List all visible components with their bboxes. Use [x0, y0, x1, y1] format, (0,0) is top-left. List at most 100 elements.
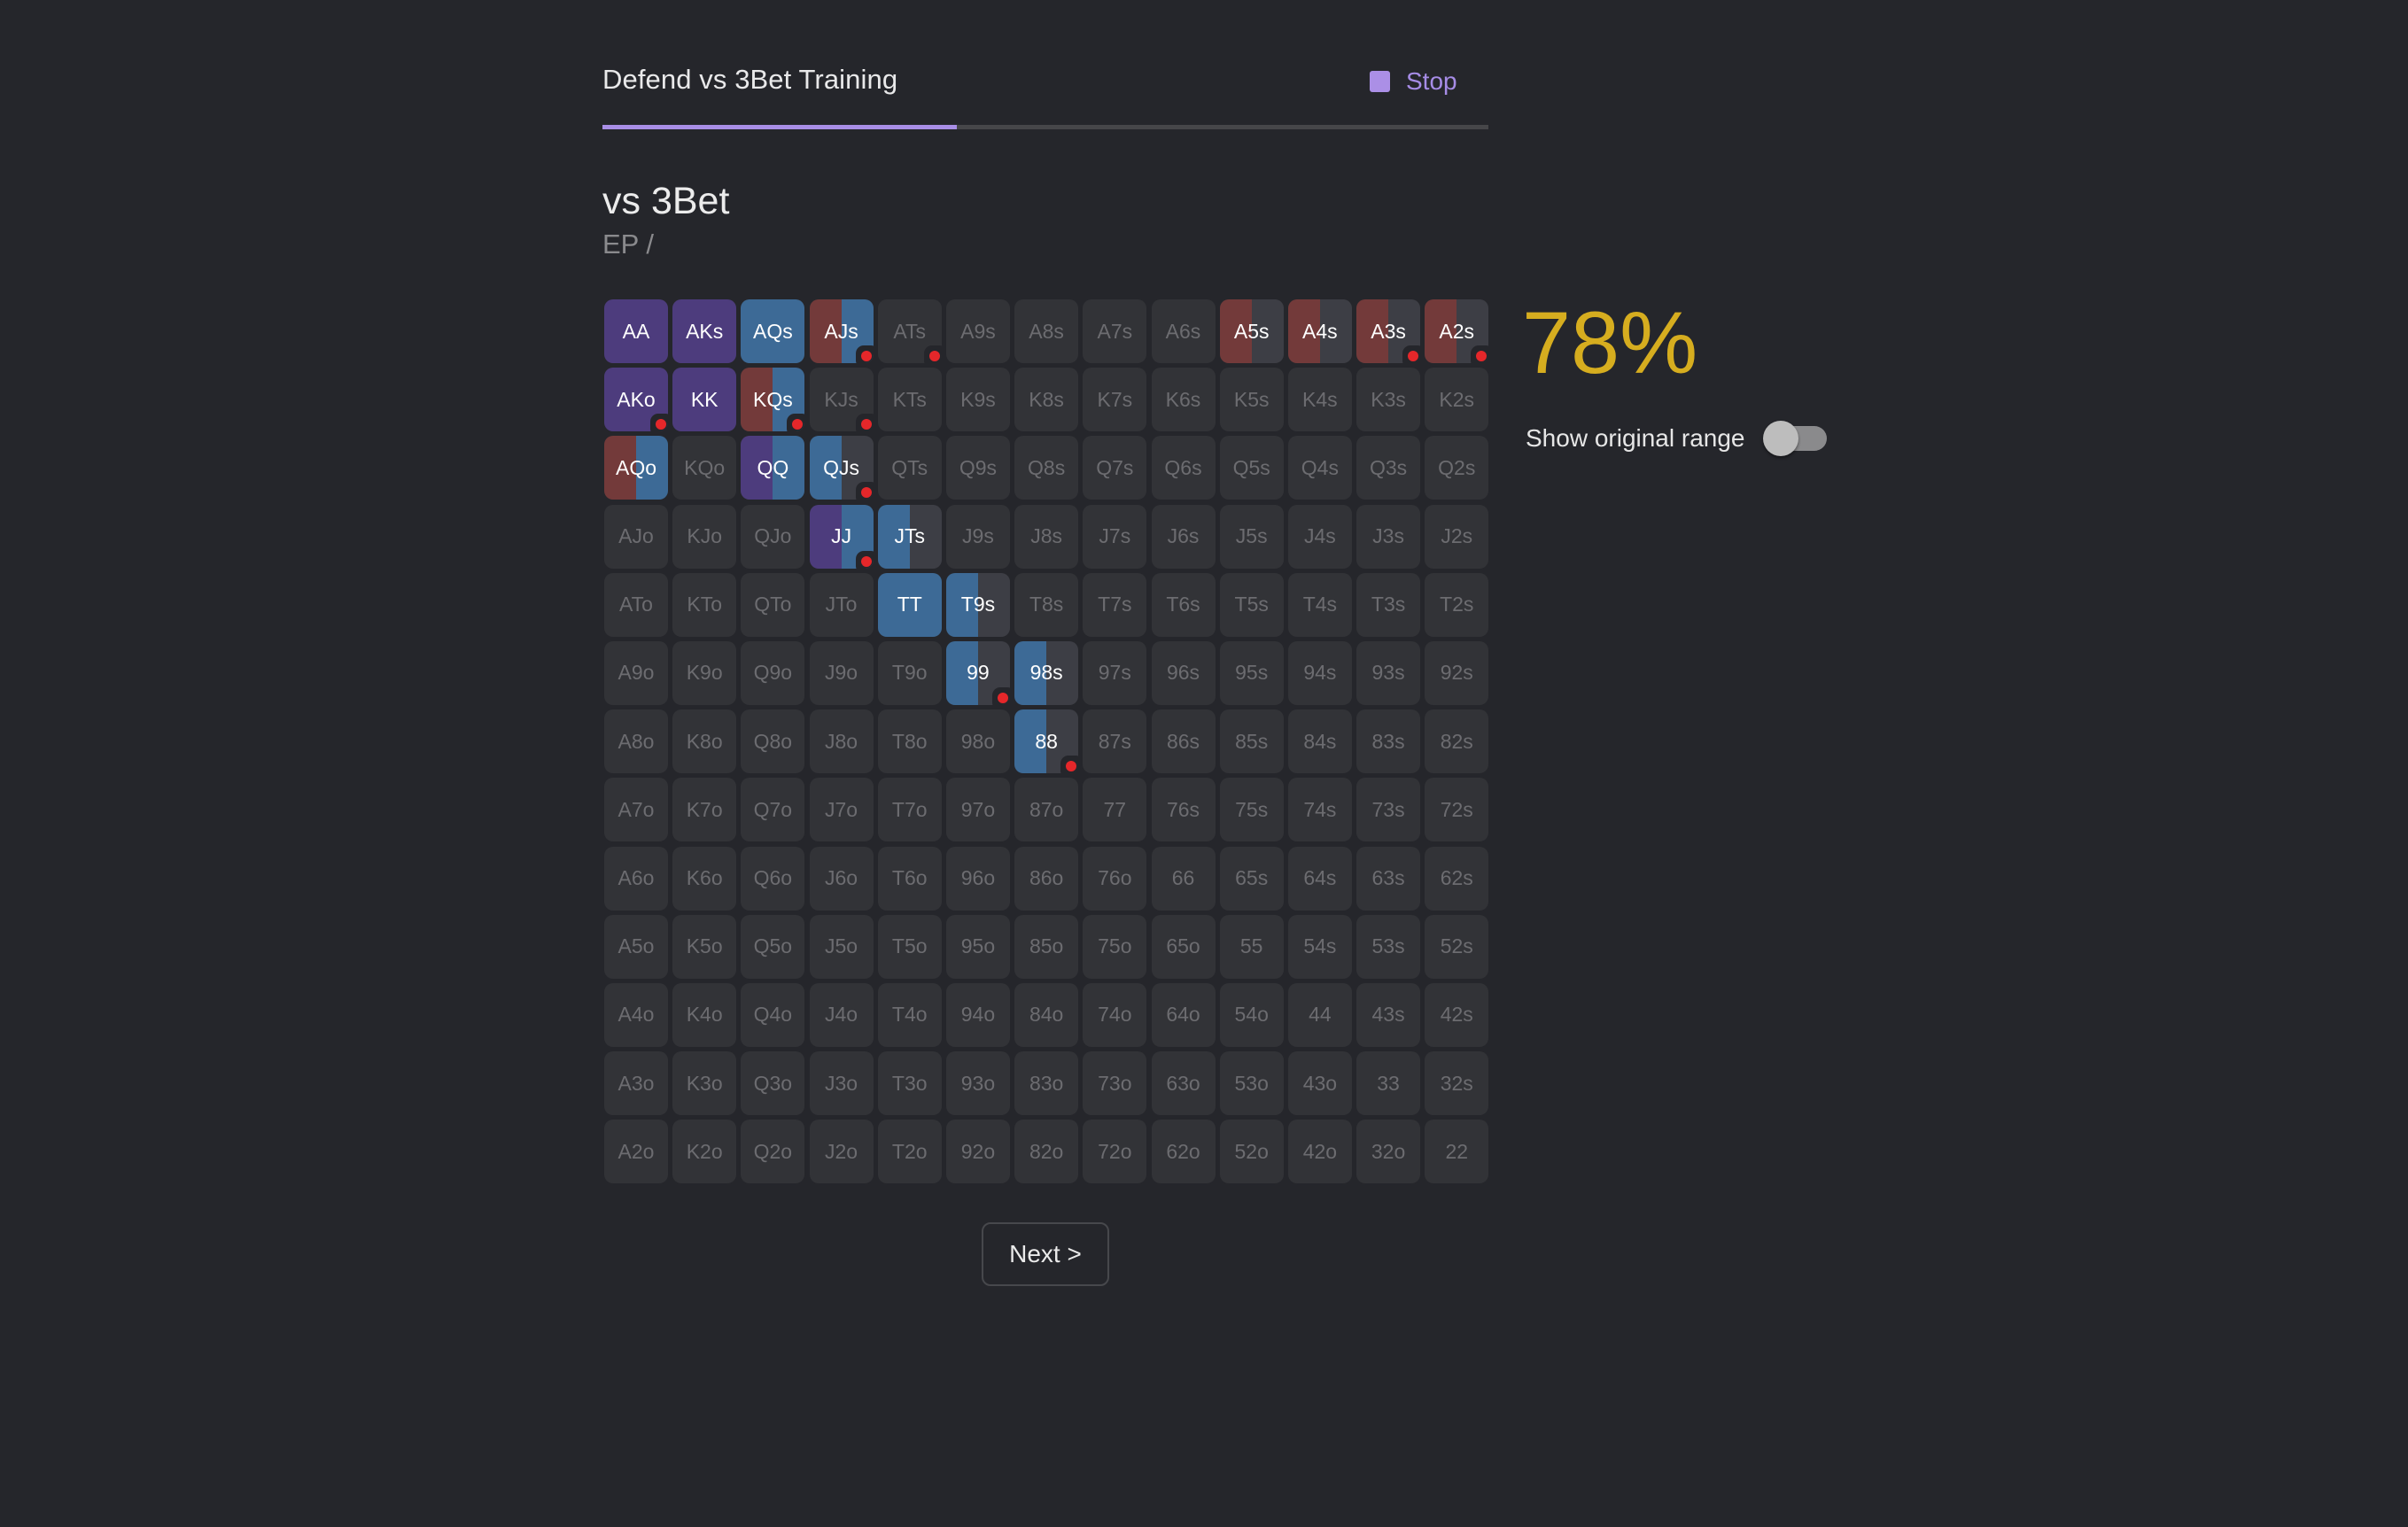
hand-cell-74s[interactable]: 74s: [1287, 778, 1352, 842]
hand-cell-87s[interactable]: 87s: [1083, 709, 1147, 774]
hand-cell-72s[interactable]: 72s: [1425, 778, 1489, 842]
hand-cell-T7s[interactable]: T7s: [1083, 572, 1147, 637]
hand-cell-75o[interactable]: 75o: [1083, 914, 1147, 979]
hand-cell-K6s[interactable]: K6s: [1151, 368, 1216, 432]
hand-cell-75s[interactable]: 75s: [1219, 778, 1284, 842]
hand-cell-83s[interactable]: 83s: [1356, 709, 1421, 774]
hand-cell-K2o[interactable]: K2o: [672, 1120, 737, 1184]
hand-cell-Q6s[interactable]: Q6s: [1151, 436, 1216, 500]
hand-cell-A5s[interactable]: A5s: [1219, 299, 1284, 363]
hand-cell-AJo[interactable]: AJo: [604, 504, 668, 569]
hand-cell-AA[interactable]: AA: [604, 299, 668, 363]
hand-cell-98s[interactable]: 98s: [1014, 640, 1079, 705]
hand-cell-Q5o[interactable]: Q5o: [741, 914, 805, 979]
hand-cell-Q4s[interactable]: Q4s: [1287, 436, 1352, 500]
hand-cell-J5o[interactable]: J5o: [809, 914, 874, 979]
hand-cell-TT[interactable]: TT: [877, 572, 942, 637]
hand-cell-K4o[interactable]: K4o: [672, 982, 737, 1047]
hand-cell-J9s[interactable]: J9s: [945, 504, 1010, 569]
hand-cell-95s[interactable]: 95s: [1219, 640, 1284, 705]
hand-cell-ATs[interactable]: ATs: [877, 299, 942, 363]
hand-cell-A4o[interactable]: A4o: [604, 982, 668, 1047]
hand-cell-77[interactable]: 77: [1083, 778, 1147, 842]
hand-cell-T6s[interactable]: T6s: [1151, 572, 1216, 637]
hand-cell-Q8s[interactable]: Q8s: [1014, 436, 1079, 500]
hand-cell-54o[interactable]: 54o: [1219, 982, 1284, 1047]
hand-cell-62o[interactable]: 62o: [1151, 1120, 1216, 1184]
hand-cell-JTo[interactable]: JTo: [809, 572, 874, 637]
hand-cell-A5o[interactable]: A5o: [604, 914, 668, 979]
hand-cell-84o[interactable]: 84o: [1014, 982, 1079, 1047]
hand-cell-85s[interactable]: 85s: [1219, 709, 1284, 774]
hand-cell-Q8o[interactable]: Q8o: [741, 709, 805, 774]
hand-cell-K3s[interactable]: K3s: [1356, 368, 1421, 432]
next-button[interactable]: Next >: [982, 1222, 1109, 1286]
hand-cell-K9s[interactable]: K9s: [945, 368, 1010, 432]
hand-cell-92s[interactable]: 92s: [1425, 640, 1489, 705]
stop-button[interactable]: Stop: [1370, 67, 1457, 96]
hand-cell-43o[interactable]: 43o: [1287, 1051, 1352, 1116]
hand-cell-A7o[interactable]: A7o: [604, 778, 668, 842]
hand-cell-97o[interactable]: 97o: [945, 778, 1010, 842]
hand-cell-53s[interactable]: 53s: [1356, 914, 1421, 979]
hand-cell-K8o[interactable]: K8o: [672, 709, 737, 774]
hand-cell-T3o[interactable]: T3o: [877, 1051, 942, 1116]
hand-cell-J6o[interactable]: J6o: [809, 846, 874, 911]
hand-cell-A8o[interactable]: A8o: [604, 709, 668, 774]
hand-cell-A6o[interactable]: A6o: [604, 846, 668, 911]
hand-cell-82o[interactable]: 82o: [1014, 1120, 1079, 1184]
hand-cell-98o[interactable]: 98o: [945, 709, 1010, 774]
hand-cell-T5s[interactable]: T5s: [1219, 572, 1284, 637]
hand-cell-63o[interactable]: 63o: [1151, 1051, 1216, 1116]
hand-cell-KJo[interactable]: KJo: [672, 504, 737, 569]
hand-cell-73o[interactable]: 73o: [1083, 1051, 1147, 1116]
hand-cell-A2s[interactable]: A2s: [1425, 299, 1489, 363]
hand-cell-AQo[interactable]: AQo: [604, 436, 668, 500]
hand-cell-A2o[interactable]: A2o: [604, 1120, 668, 1184]
hand-cell-J3o[interactable]: J3o: [809, 1051, 874, 1116]
toggle-knob[interactable]: [1762, 421, 1798, 456]
hand-cell-JTs[interactable]: JTs: [877, 504, 942, 569]
hand-cell-Q2s[interactable]: Q2s: [1425, 436, 1489, 500]
hand-cell-J7o[interactable]: J7o: [809, 778, 874, 842]
hand-cell-76o[interactable]: 76o: [1083, 846, 1147, 911]
hand-cell-32o[interactable]: 32o: [1356, 1120, 1421, 1184]
hand-cell-85o[interactable]: 85o: [1014, 914, 1079, 979]
hand-cell-T7o[interactable]: T7o: [877, 778, 942, 842]
hand-cell-42o[interactable]: 42o: [1287, 1120, 1352, 1184]
hand-cell-63s[interactable]: 63s: [1356, 846, 1421, 911]
hand-cell-K3o[interactable]: K3o: [672, 1051, 737, 1116]
hand-cell-96s[interactable]: 96s: [1151, 640, 1216, 705]
hand-cell-T8o[interactable]: T8o: [877, 709, 942, 774]
hand-cell-K7o[interactable]: K7o: [672, 778, 737, 842]
hand-cell-KK[interactable]: KK: [672, 368, 737, 432]
hand-cell-J8o[interactable]: J8o: [809, 709, 874, 774]
hand-cell-97s[interactable]: 97s: [1083, 640, 1147, 705]
hand-cell-Q5s[interactable]: Q5s: [1219, 436, 1284, 500]
hand-cell-86o[interactable]: 86o: [1014, 846, 1079, 911]
hand-cell-KQs[interactable]: KQs: [741, 368, 805, 432]
hand-cell-64o[interactable]: 64o: [1151, 982, 1216, 1047]
hand-cell-Q4o[interactable]: Q4o: [741, 982, 805, 1047]
hand-cell-93s[interactable]: 93s: [1356, 640, 1421, 705]
hand-cell-T3s[interactable]: T3s: [1356, 572, 1421, 637]
hand-cell-AJs[interactable]: AJs: [809, 299, 874, 363]
hand-cell-44[interactable]: 44: [1287, 982, 1352, 1047]
hand-cell-A4s[interactable]: A4s: [1287, 299, 1352, 363]
hand-cell-95o[interactable]: 95o: [945, 914, 1010, 979]
hand-cell-AKs[interactable]: AKs: [672, 299, 737, 363]
hand-cell-53o[interactable]: 53o: [1219, 1051, 1284, 1116]
hand-cell-A3s[interactable]: A3s: [1356, 299, 1421, 363]
hand-cell-T4s[interactable]: T4s: [1287, 572, 1352, 637]
hand-cell-T8s[interactable]: T8s: [1014, 572, 1079, 637]
hand-cell-QTo[interactable]: QTo: [741, 572, 805, 637]
hand-cell-K4s[interactable]: K4s: [1287, 368, 1352, 432]
hand-cell-J9o[interactable]: J9o: [809, 640, 874, 705]
hand-cell-J8s[interactable]: J8s: [1014, 504, 1079, 569]
hand-cell-J6s[interactable]: J6s: [1151, 504, 1216, 569]
hand-cell-J7s[interactable]: J7s: [1083, 504, 1147, 569]
hand-cell-65o[interactable]: 65o: [1151, 914, 1216, 979]
hand-cell-Q3s[interactable]: Q3s: [1356, 436, 1421, 500]
hand-cell-A9s[interactable]: A9s: [945, 299, 1010, 363]
hand-cell-A7s[interactable]: A7s: [1083, 299, 1147, 363]
